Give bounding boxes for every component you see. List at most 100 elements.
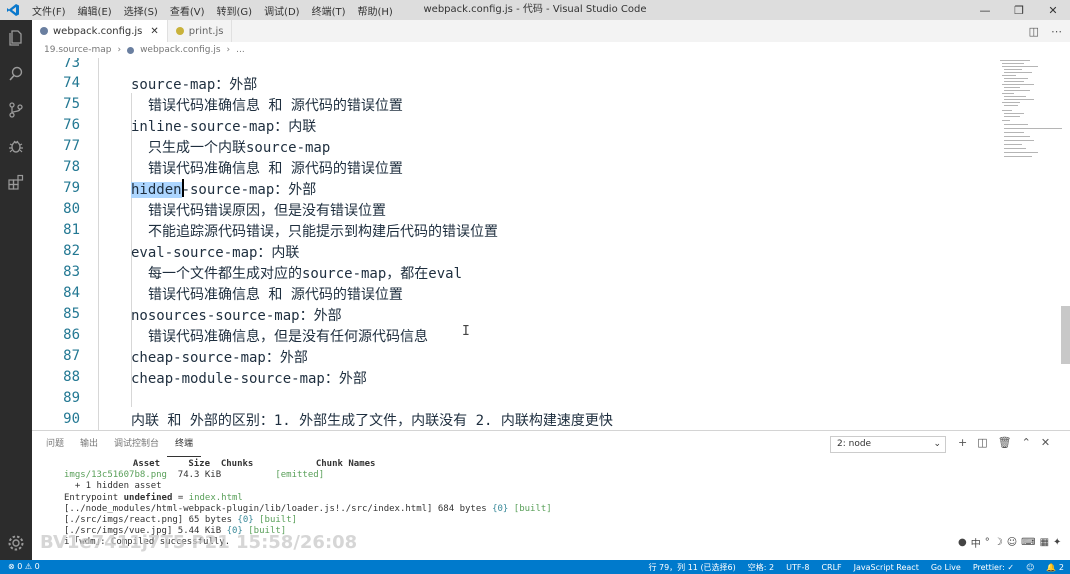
tab-terminal[interactable]: 终端 — [167, 431, 202, 457]
tab-output[interactable]: 输出 — [72, 431, 106, 457]
code-text: eval-source-map：内联 — [131, 245, 300, 261]
tab-debug-console[interactable]: 调试控制台 — [106, 431, 167, 457]
entry-undefined: undefined — [123, 492, 173, 503]
ime-tools-icon[interactable]: ✦ — [1053, 537, 1061, 548]
status-language[interactable]: JavaScript React — [854, 563, 919, 572]
gear-file-icon — [40, 27, 48, 35]
tab-webpack-config[interactable]: webpack.config.js ✕ — [32, 20, 168, 42]
menu-terminal[interactable]: 终端(T) — [306, 3, 352, 18]
hidden-assets: + 1 hidden asset — [74, 481, 162, 492]
window-controls: — ❐ ✕ — [968, 0, 1070, 20]
code-text: cheap-module-source-map：外部 — [131, 371, 367, 387]
minimize-icon[interactable]: — — [968, 0, 1002, 20]
status-prettier[interactable]: Prettier: ✓ — [973, 563, 1014, 572]
code-editor[interactable]: 73 74 source-map：外部 75 错误代码准确信息 和 源代码的错误… — [32, 58, 1070, 430]
breadcrumb: 19.source-map › webpack.config.js › ... — [32, 42, 1070, 58]
close-window-icon[interactable]: ✕ — [1036, 0, 1070, 20]
more-actions-icon[interactable]: ⋯ — [1051, 25, 1062, 38]
ime-smile-icon[interactable]: ☺ — [1007, 537, 1017, 548]
tab-print-js[interactable]: print.js — [168, 20, 233, 42]
tab-label: print.js — [188, 25, 224, 37]
settings-gear-icon[interactable] — [0, 534, 32, 552]
status-bar: ⊗ 0 ⚠ 0 行 79，列 11 (已选择6) 空格: 2 UTF-8 CRL… — [0, 560, 1070, 574]
menu-debug[interactable]: 调试(D) — [258, 3, 306, 18]
source-control-icon[interactable] — [0, 92, 32, 128]
menu-help[interactable]: 帮助(H) — [352, 3, 399, 18]
selection-highlight: hidden — [131, 182, 182, 198]
col-asset: Asset — [132, 459, 160, 469]
menu-bar: 文件(F) 编辑(E) 选择(S) 查看(V) 转到(G) 调试(D) 终端(T… — [26, 0, 399, 20]
col-size: Size — [188, 459, 210, 469]
close-tab-icon[interactable]: ✕ — [150, 26, 158, 37]
status-notifications[interactable]: 🔔 2 — [1046, 563, 1064, 572]
editor-scrollbar[interactable] — [1061, 306, 1070, 364]
panel-actions: + ◫ 🗑 ⌃ ✕ — [958, 436, 1050, 449]
module-line: [../node_modules/html-webpack-plugin/lib… — [64, 503, 433, 514]
emitted-flag: [emitted] — [275, 470, 325, 481]
breadcrumb-file[interactable]: webpack.config.js — [140, 45, 220, 55]
code-text: inline-source-map：内联 — [131, 119, 317, 135]
gear-file-icon — [127, 46, 135, 54]
maximize-icon[interactable]: ❐ — [1002, 0, 1036, 20]
status-spaces[interactable]: 空格: 2 — [748, 562, 774, 573]
chevron-right-icon: › — [117, 45, 122, 55]
status-encoding[interactable]: UTF-8 — [786, 563, 809, 572]
ime-skin-icon[interactable]: ▦ — [1040, 537, 1049, 548]
ime-punct-icon[interactable]: ° — [985, 537, 990, 548]
ime-keyboard-icon[interactable]: ⌨ — [1021, 537, 1035, 548]
chevron-right-icon: › — [226, 45, 231, 55]
status-problems[interactable]: ⊗ 0 ⚠ 0 — [8, 560, 40, 574]
minimap[interactable] — [998, 58, 1062, 168]
mouse-ibeam-icon: I — [462, 324, 470, 339]
ime-chinese-icon[interactable]: 中 — [971, 535, 981, 550]
code-text: cheap-source-map：外部 — [131, 350, 308, 366]
editor-tabs: webpack.config.js ✕ print.js ◫ ⋯ — [32, 20, 1070, 42]
ime-logo-icon[interactable]: ● — [958, 537, 967, 548]
breadcrumb-folder[interactable]: 19.source-map — [44, 45, 111, 55]
code-text: 错误代码准确信息 和 源代码的错误位置 — [148, 161, 403, 177]
code-text: nosources-source-map：外部 — [131, 308, 342, 324]
trash-icon[interactable]: 🗑 — [998, 436, 1012, 449]
explorer-icon[interactable] — [0, 20, 32, 56]
debug-icon[interactable] — [0, 128, 32, 164]
status-position[interactable]: 行 79，列 11 (已选择6) — [648, 562, 735, 573]
code-text: 错误代码准确信息，但是没有任何源代码信息 — [148, 329, 428, 345]
menu-go[interactable]: 转到(G) — [211, 3, 259, 18]
terminal-select[interactable]: 2: node ⌄ — [830, 436, 946, 453]
module-line: [./src/imgs/react.png] — [64, 515, 184, 526]
close-panel-icon[interactable]: ✕ — [1041, 436, 1050, 449]
ime-moon-icon[interactable]: ☽ — [994, 537, 1003, 548]
tab-label: webpack.config.js — [53, 25, 143, 37]
extensions-icon[interactable] — [0, 164, 32, 200]
status-golive[interactable]: Go Live — [931, 563, 961, 572]
maximize-panel-icon[interactable]: ⌃ — [1022, 436, 1031, 449]
split-terminal-icon[interactable]: ◫ — [977, 436, 987, 449]
vscode-logo-icon — [0, 0, 26, 20]
code-text: source-map：外部 — [131, 77, 258, 93]
status-right: 行 79，列 11 (已选择6) 空格: 2 UTF-8 CRLF JavaSc… — [648, 560, 1064, 574]
menu-file[interactable]: 文件(F) — [26, 3, 72, 18]
editor-actions: ◫ ⋯ — [1029, 20, 1062, 42]
status-smiley-icon[interactable]: ☺ — [1026, 563, 1034, 572]
menu-selection[interactable]: 选择(S) — [118, 3, 164, 18]
menu-edit[interactable]: 编辑(E) — [72, 3, 118, 18]
search-icon[interactable] — [0, 56, 32, 92]
chevron-down-icon: ⌄ — [933, 439, 941, 449]
split-editor-icon[interactable]: ◫ — [1029, 25, 1039, 38]
code-text: 错误代码准确信息 和 源代码的错误位置 — [148, 98, 403, 114]
code-text: 不能追踪源代码错误，只能提示到构建后代码的错误位置 — [148, 224, 498, 240]
col-chunks: Chunks — [220, 459, 254, 469]
menu-view[interactable]: 查看(V) — [164, 3, 211, 18]
title-bar: 文件(F) 编辑(E) 选择(S) 查看(V) 转到(G) 调试(D) 终端(T… — [0, 0, 1070, 20]
status-eol[interactable]: CRLF — [821, 563, 841, 572]
ime-toolbar: ● 中 ° ☽ ☺ ⌨ ▦ ✦ — [958, 535, 1061, 550]
asset-name: imgs/13c51607b8.png — [64, 470, 167, 481]
entry-file: index.html — [188, 492, 243, 503]
asset-size: 74.3 KiB — [177, 470, 222, 481]
text-cursor — [182, 179, 184, 197]
code-text: hidden-source-map：外部 — [131, 182, 317, 198]
tab-problems[interactable]: 问题 — [38, 431, 72, 457]
add-terminal-icon[interactable]: + — [958, 436, 967, 449]
breadcrumb-more[interactable]: ... — [236, 45, 245, 55]
code-text: 内联 和 外部的区别：1. 外部生成了文件，内联没有 2. 内联构建速度更快 — [131, 413, 613, 429]
